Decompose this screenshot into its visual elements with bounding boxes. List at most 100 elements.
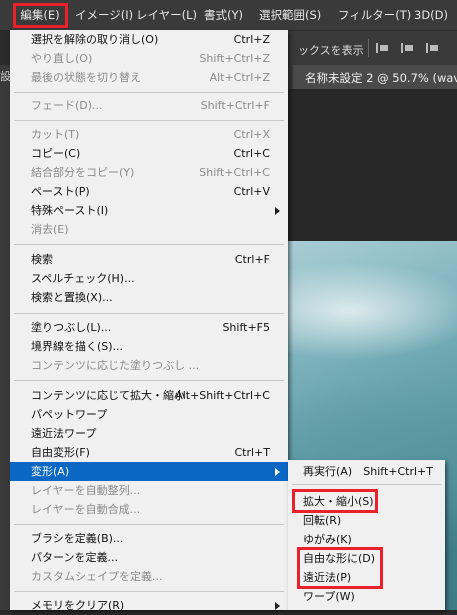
menu-item-copy-merged[interactable]: 結合部分をコピー(Y) Shift+Ctrl+C (10, 163, 288, 182)
submenu-arrow-icon (275, 602, 280, 610)
menu-item-label: コンテンツに応じた塗りつぶし ... (31, 359, 200, 372)
menu-item-label: ブラシを定義(B)... (31, 532, 124, 545)
menu-item-puppet-warp[interactable]: パペットワープ (10, 405, 288, 424)
annotation-highlight-edit-menu (13, 3, 68, 28)
menu-separator (14, 244, 284, 245)
menu-item-label: スペルチェック(H)... (31, 272, 135, 285)
menu-separator (292, 484, 441, 485)
menu-separator (14, 380, 284, 381)
menu-item-shortcut: Ctrl+V (233, 185, 270, 198)
menu-item-content-aware-fill[interactable]: コンテンツに応じた塗りつぶし ... (10, 356, 288, 375)
menu-item-free-transform[interactable]: 自由変形(F) Ctrl+T (10, 443, 288, 462)
menu-item-label: コンテンツに応じて拡大・縮小 (31, 389, 185, 402)
menu-select[interactable]: 選択範囲(S) (259, 7, 321, 23)
submenu-item-label: ワープ(W) (303, 590, 355, 603)
menu-item-label: 検索と置換(X)... (31, 291, 113, 304)
align-right-icon[interactable] (426, 43, 440, 53)
menu-item-label: フェード(D)... (31, 99, 103, 112)
menu-item-paste-special[interactable]: 特殊ペースト(I) (10, 201, 288, 220)
menu-item-auto-blend-layers[interactable]: レイヤーを自動合成... (10, 500, 288, 519)
menu-type[interactable]: 書式(Y) (204, 7, 243, 23)
menu-item-define-pattern[interactable]: パターンを定義... (10, 548, 288, 567)
menu-item-transform[interactable]: 変形(A) (10, 462, 288, 481)
align-left-icon[interactable] (376, 43, 390, 53)
menu-item-shortcut: Alt+Ctrl+Z (209, 71, 270, 84)
menu-item-label: 変形(A) (31, 465, 70, 478)
annotation-highlight-scale (292, 489, 378, 513)
menu-item-toggle-last-state[interactable]: 最後の状態を切り替え Alt+Ctrl+Z (10, 68, 288, 87)
menu-item-perspective-warp[interactable]: 遠近法ワープ (10, 424, 288, 443)
menu-item-fill[interactable]: 塗りつぶし(L)... Shift+F5 (10, 318, 288, 337)
submenu-item-rotate[interactable]: 回転(R) (288, 511, 445, 530)
menu-item-spell-check[interactable]: スペルチェック(H)... (10, 269, 288, 288)
menu-item-label: 境界線を描く(S)... (31, 340, 124, 353)
menu-item-label: やり直し(O) (31, 52, 93, 65)
menu-item-label: 特殊ペースト(I) (31, 204, 109, 217)
menu-separator (14, 591, 284, 592)
menu-item-copy[interactable]: コピー(C) Ctrl+C (10, 144, 288, 163)
menu-item-label: パペットワープ (31, 408, 108, 421)
submenu-arrow-icon (275, 468, 280, 476)
menu-item-label: コピー(C) (31, 147, 81, 160)
options-bar: ックスを表示 (288, 30, 457, 66)
menu-item-label: 選択を解除の取り消し(O) (31, 33, 159, 46)
document-tab-label: 名称未設定 2 @ 50.7% (wav (305, 71, 457, 85)
options-divider (368, 39, 369, 57)
menu-filter[interactable]: フィルター(T) (338, 7, 411, 23)
menu-item-content-aware-scale[interactable]: コンテンツに応じて拡大・縮小 Alt+Shift+Ctrl+C (10, 386, 288, 405)
menu-separator (14, 313, 284, 314)
menu-item-label: ペースト(P) (31, 185, 90, 198)
menu-item-shortcut: Ctrl+Z (233, 33, 270, 46)
document-tab[interactable]: 名称未設定 2 @ 50.7% (wav (293, 65, 457, 89)
edit-menu-dropdown: 選択を解除の取り消し(O) Ctrl+Z やり直し(O) Shift+Ctrl+Z … (10, 30, 288, 612)
menu-item-label: 自由変形(F) (31, 446, 90, 459)
submenu-item-warp[interactable]: ワープ(W) (288, 587, 445, 606)
menu-layer[interactable]: レイヤー(L) (136, 7, 197, 23)
submenu-item-label: 回転(R) (303, 514, 342, 527)
submenu-item-shortcut: Shift+Ctrl+T (363, 465, 433, 478)
menu-item-stroke[interactable]: 境界線を描く(S)... (10, 337, 288, 356)
menu-item-shortcut: Ctrl+X (233, 128, 270, 141)
menu-3d[interactable]: 3D(D) (414, 7, 448, 23)
menu-item-label: カスタムシェイプを定義... (31, 570, 163, 583)
menu-separator (14, 120, 284, 121)
menu-item-label: レイヤーを自動整列... (31, 484, 141, 497)
menu-item-shortcut: Alt+Shift+Ctrl+C (175, 389, 270, 402)
menu-item-auto-align-layers[interactable]: レイヤーを自動整列... (10, 481, 288, 500)
menu-item-label: 結合部分をコピー(Y) (31, 166, 135, 179)
menu-item-label: カット(T) (31, 128, 80, 141)
menu-item-cut[interactable]: カット(T) Ctrl+X (10, 125, 288, 144)
menu-bar: 編集(E) イメージ(I) レイヤー(L) 書式(Y) 選択範囲(S) フィルタ… (0, 0, 457, 30)
show-transform-controls-label[interactable]: ックスを表示 (298, 42, 364, 58)
menu-item-shortcut: Shift+Ctrl+C (199, 166, 270, 179)
menu-item-purge[interactable]: メモリをクリア(R) (10, 596, 288, 615)
menu-item-shortcut: Ctrl+T (234, 446, 270, 459)
submenu-item-again[interactable]: 再実行(A) Shift+Ctrl+T (288, 462, 445, 481)
tool-panel-strip (0, 65, 10, 610)
menu-separator (14, 524, 284, 525)
menu-item-label: 検索 (31, 253, 53, 266)
menu-item-shortcut: Shift+Ctrl+F (200, 99, 270, 112)
submenu-arrow-icon (275, 207, 280, 215)
menu-image[interactable]: イメージ(I) (75, 7, 133, 23)
menu-item-label: メモリをクリア(R) (31, 599, 125, 612)
annotation-highlight-distort-perspective (297, 547, 383, 589)
menu-item-label: 塗りつぶし(L)... (31, 321, 112, 334)
menu-item-find-replace[interactable]: 検索と置換(X)... (10, 288, 288, 307)
submenu-item-label: 再実行(A) (303, 465, 353, 478)
menu-item-define-brush[interactable]: ブラシを定義(B)... (10, 529, 288, 548)
canvas-background (288, 89, 457, 241)
menu-item-undo-deselect[interactable]: 選択を解除の取り消し(O) Ctrl+Z (10, 30, 288, 49)
menu-item-define-custom-shape[interactable]: カスタムシェイプを定義... (10, 567, 288, 586)
menu-separator (14, 92, 284, 93)
menu-item-shortcut: Ctrl+F (234, 253, 270, 266)
menu-item-redo[interactable]: やり直し(O) Shift+Ctrl+Z (10, 49, 288, 68)
menu-item-fade[interactable]: フェード(D)... Shift+Ctrl+F (10, 96, 288, 115)
menu-item-clear[interactable]: 消去(E) (10, 220, 288, 239)
menu-item-label: 最後の状態を切り替え (31, 71, 141, 84)
menu-item-label: レイヤーを自動合成... (31, 503, 141, 516)
align-center-icon[interactable] (401, 43, 415, 53)
menu-item-paste[interactable]: ペースト(P) Ctrl+V (10, 182, 288, 201)
menu-item-search[interactable]: 検索 Ctrl+F (10, 250, 288, 269)
menu-item-label: 遠近法ワープ (31, 427, 97, 440)
